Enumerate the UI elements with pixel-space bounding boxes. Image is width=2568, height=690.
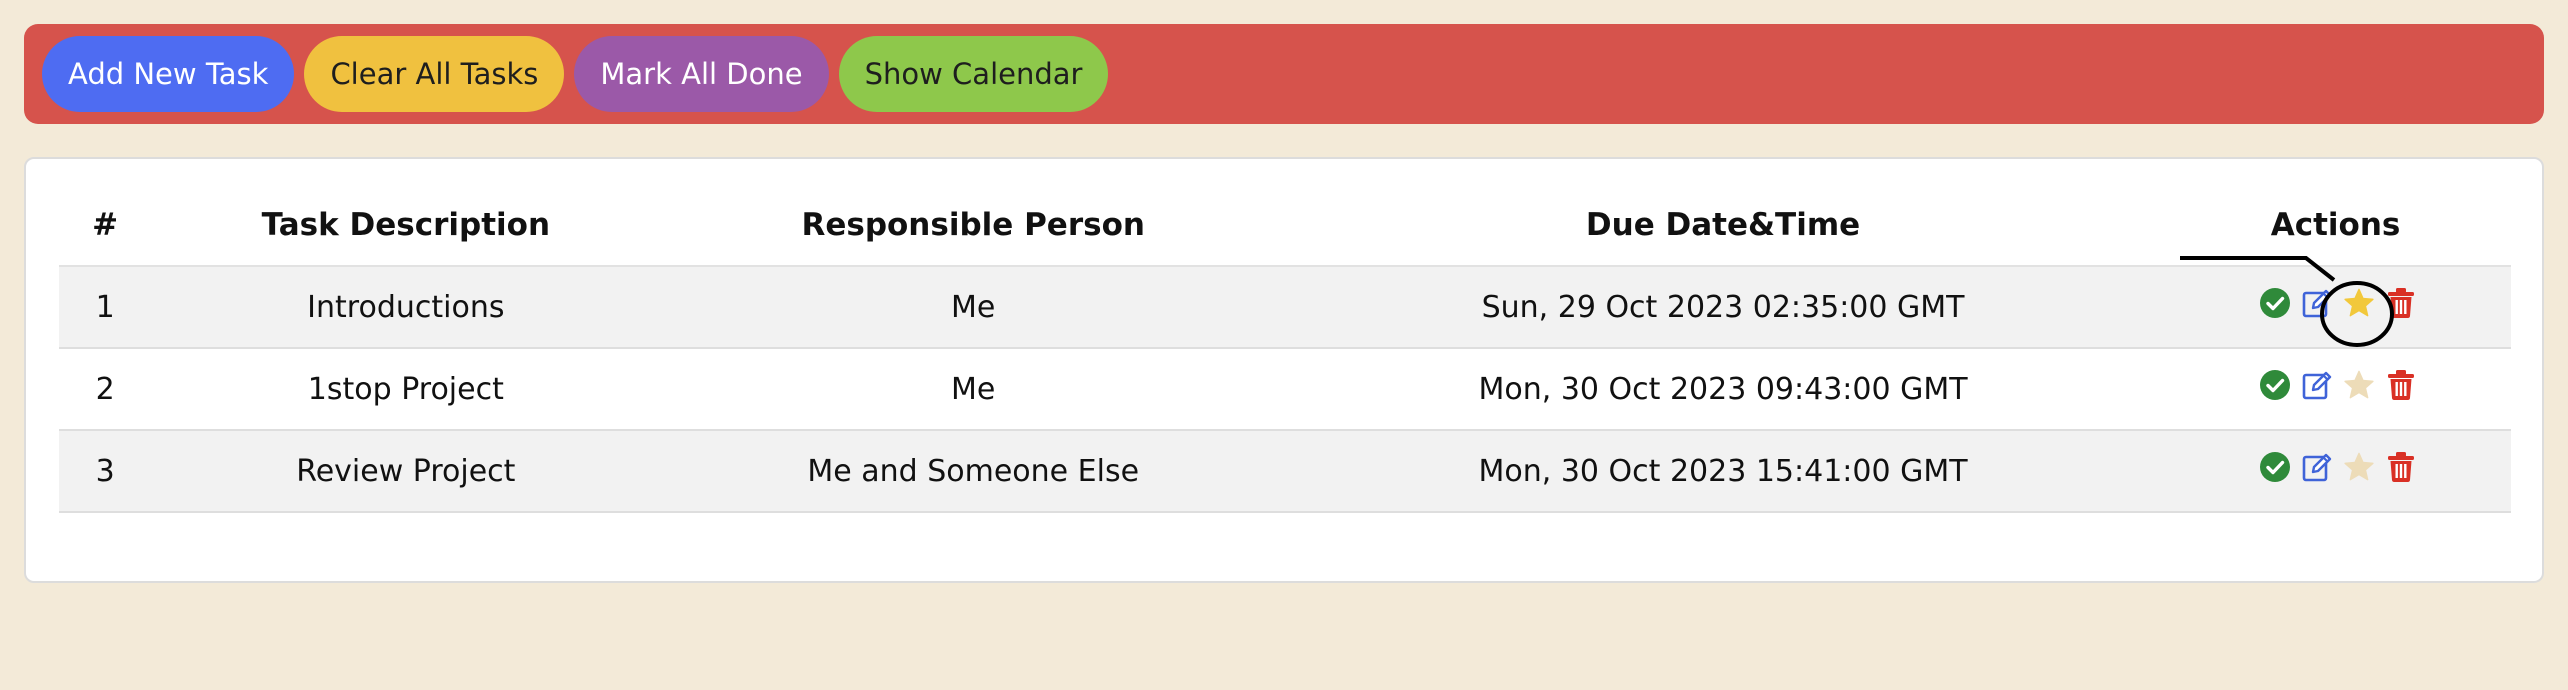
check-circle-icon[interactable] <box>2259 369 2291 401</box>
row-actions <box>2259 369 2417 401</box>
trash-icon[interactable] <box>2385 369 2417 401</box>
task-description: Review Project <box>151 430 661 513</box>
check-circle-icon[interactable] <box>2259 287 2291 319</box>
table-row: 1 Introductions Me Sun, 29 Oct 2023 02:35:0… <box>59 266 2511 349</box>
task-table: # Task Description Responsible Person Du… <box>59 185 2511 513</box>
edit-icon[interactable] <box>2301 451 2333 483</box>
row-actions <box>2259 287 2417 319</box>
due-date-time: Mon, 30 Oct 2023 09:43:00 GMT <box>1285 348 2161 431</box>
task-description: Introductions <box>151 266 661 349</box>
due-date-time: Sun, 29 Oct 2023 02:35:00 GMT <box>1285 266 2161 349</box>
table-header-row: # Task Description Responsible Person Du… <box>59 185 2511 267</box>
table-row: 3 Review Project Me and Someone Else Mon, 3… <box>59 430 2511 513</box>
add-new-task-button[interactable]: Add New Task <box>42 36 295 112</box>
actions-cell <box>2160 266 2511 349</box>
actions-cell <box>2160 348 2511 431</box>
header-due-date-time: Due Date&Time <box>1285 185 2161 267</box>
check-circle-icon[interactable] <box>2259 451 2291 483</box>
task-number: 1 <box>59 266 152 349</box>
responsible-person: Me <box>660 348 1286 431</box>
header-task-description: Task Description <box>151 185 661 267</box>
responsible-person: Me and Someone Else <box>660 430 1286 513</box>
trash-icon[interactable] <box>2385 287 2417 319</box>
task-number: 3 <box>59 430 152 513</box>
edit-icon[interactable] <box>2301 287 2333 319</box>
toolbar: Add New Task Clear All Tasks Mark All Do… <box>24 24 2544 124</box>
show-calendar-button[interactable]: Show Calendar <box>838 36 1109 112</box>
header-actions: Actions <box>2160 185 2511 267</box>
due-date-time: Mon, 30 Oct 2023 15:41:00 GMT <box>1285 430 2161 513</box>
edit-icon[interactable] <box>2301 369 2333 401</box>
star-icon[interactable] <box>2343 369 2375 401</box>
task-panel: # Task Description Responsible Person Du… <box>24 157 2544 583</box>
task-table-body: 1 Introductions Me Sun, 29 Oct 2023 02:35:0… <box>59 266 2511 513</box>
header-number: # <box>59 185 152 267</box>
table-row: 2 1stop Project Me Mon, 30 Oct 2023 09:43:0… <box>59 348 2511 431</box>
clear-all-tasks-button[interactable]: Clear All Tasks <box>304 36 565 112</box>
task-number: 2 <box>59 348 152 431</box>
actions-cell <box>2160 430 2511 513</box>
header-responsible-person: Responsible Person <box>660 185 1286 267</box>
mark-all-done-button[interactable]: Mark All Done <box>574 36 829 112</box>
star-icon[interactable] <box>2343 451 2375 483</box>
task-description: 1stop Project <box>151 348 661 431</box>
star-icon[interactable] <box>2343 287 2375 319</box>
responsible-person: Me <box>660 266 1286 349</box>
row-actions <box>2259 451 2417 483</box>
trash-icon[interactable] <box>2385 451 2417 483</box>
